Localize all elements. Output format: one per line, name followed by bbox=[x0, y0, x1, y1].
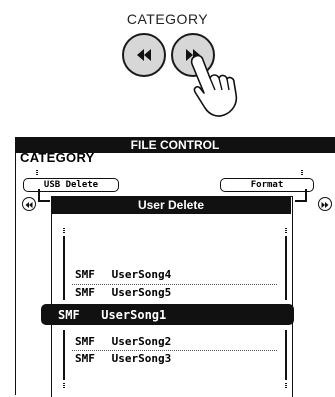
file-type: SMF bbox=[75, 286, 95, 299]
file-name: UserSong5 bbox=[111, 286, 172, 299]
dialog-title: User Delete bbox=[51, 196, 291, 214]
file-list-item[interactable]: SMF UserSong4 bbox=[75, 269, 171, 281]
dialog-bracket-left bbox=[38, 189, 50, 202]
scroll-marker-right-bottom bbox=[285, 383, 287, 389]
scroll-marker-left-bottom bbox=[63, 383, 65, 389]
dialog-bracket-right bbox=[295, 189, 307, 202]
selected-file-item[interactable]: SMF UserSong1 bbox=[58, 308, 166, 322]
rewind-icon bbox=[137, 49, 151, 61]
file-type: SMF bbox=[75, 268, 95, 281]
scroll-marker-right-top bbox=[285, 228, 287, 234]
rewind-icon bbox=[25, 202, 33, 208]
file-list-item[interactable]: SMF UserSong5 bbox=[75, 287, 171, 299]
button-marker-left bbox=[36, 170, 38, 176]
file-type: SMF bbox=[75, 335, 95, 348]
button-marker-right bbox=[301, 170, 303, 176]
category-previous-indicator[interactable] bbox=[22, 197, 36, 211]
pressing-hand-icon bbox=[190, 54, 238, 117]
row-divider bbox=[72, 350, 277, 351]
file-type: SMF bbox=[75, 352, 95, 365]
scrollbar-left-lower[interactable] bbox=[63, 330, 65, 380]
category-next-indicator[interactable] bbox=[318, 197, 332, 211]
file-name: UserSong2 bbox=[111, 335, 172, 348]
file-type: SMF bbox=[58, 308, 80, 322]
file-list-item[interactable]: SMF UserSong3 bbox=[75, 353, 171, 365]
scrollbar-left-upper[interactable] bbox=[63, 236, 65, 300]
category-label: CATEGORY bbox=[126, 11, 209, 27]
category-previous-button[interactable] bbox=[122, 33, 166, 77]
file-name: UserSong4 bbox=[111, 268, 172, 281]
file-name: UserSong3 bbox=[111, 352, 172, 365]
category-heading: CATEGORY bbox=[20, 150, 95, 165]
scrollbar-right-lower[interactable] bbox=[285, 330, 287, 380]
scrollbar-right-upper[interactable] bbox=[285, 236, 287, 300]
file-list-item[interactable]: SMF UserSong2 bbox=[75, 336, 171, 348]
scroll-marker-left-top bbox=[63, 228, 65, 234]
file-name: UserSong1 bbox=[101, 308, 167, 322]
row-divider bbox=[72, 284, 277, 285]
fast-forward-icon bbox=[321, 202, 329, 208]
